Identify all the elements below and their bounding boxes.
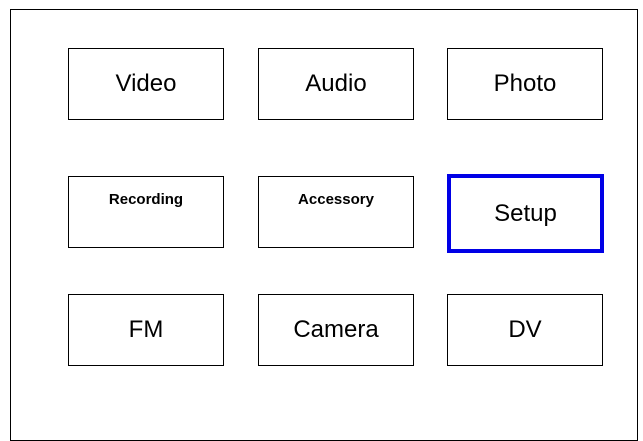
menu-tile-video[interactable]: Video	[68, 48, 224, 120]
menu-tile-label: Photo	[493, 70, 557, 97]
menu-tile-fm[interactable]: FM	[68, 294, 224, 366]
menu-tile-label: Video	[115, 70, 177, 97]
menu-tile-label: Audio	[305, 70, 367, 97]
menu-tile-photo[interactable]: Photo	[447, 48, 603, 120]
menu-tile-label: FM	[128, 316, 164, 343]
menu-tile-label: DV	[508, 316, 542, 343]
menu-tile-label: Recording	[108, 191, 184, 208]
menu-tile-accessory[interactable]: Accessory	[258, 176, 414, 248]
menu-tile-setup[interactable]: Setup	[447, 174, 604, 253]
menu-tile-label: Setup	[494, 199, 557, 227]
menu-tile-audio[interactable]: Audio	[258, 48, 414, 120]
menu-tile-dv[interactable]: DV	[447, 294, 603, 366]
menu-tile-label: Accessory	[298, 191, 374, 208]
menu-tile-camera[interactable]: Camera	[258, 294, 414, 366]
menu-tile-label: Camera	[293, 316, 379, 343]
menu-tile-recording[interactable]: Recording	[68, 176, 224, 248]
